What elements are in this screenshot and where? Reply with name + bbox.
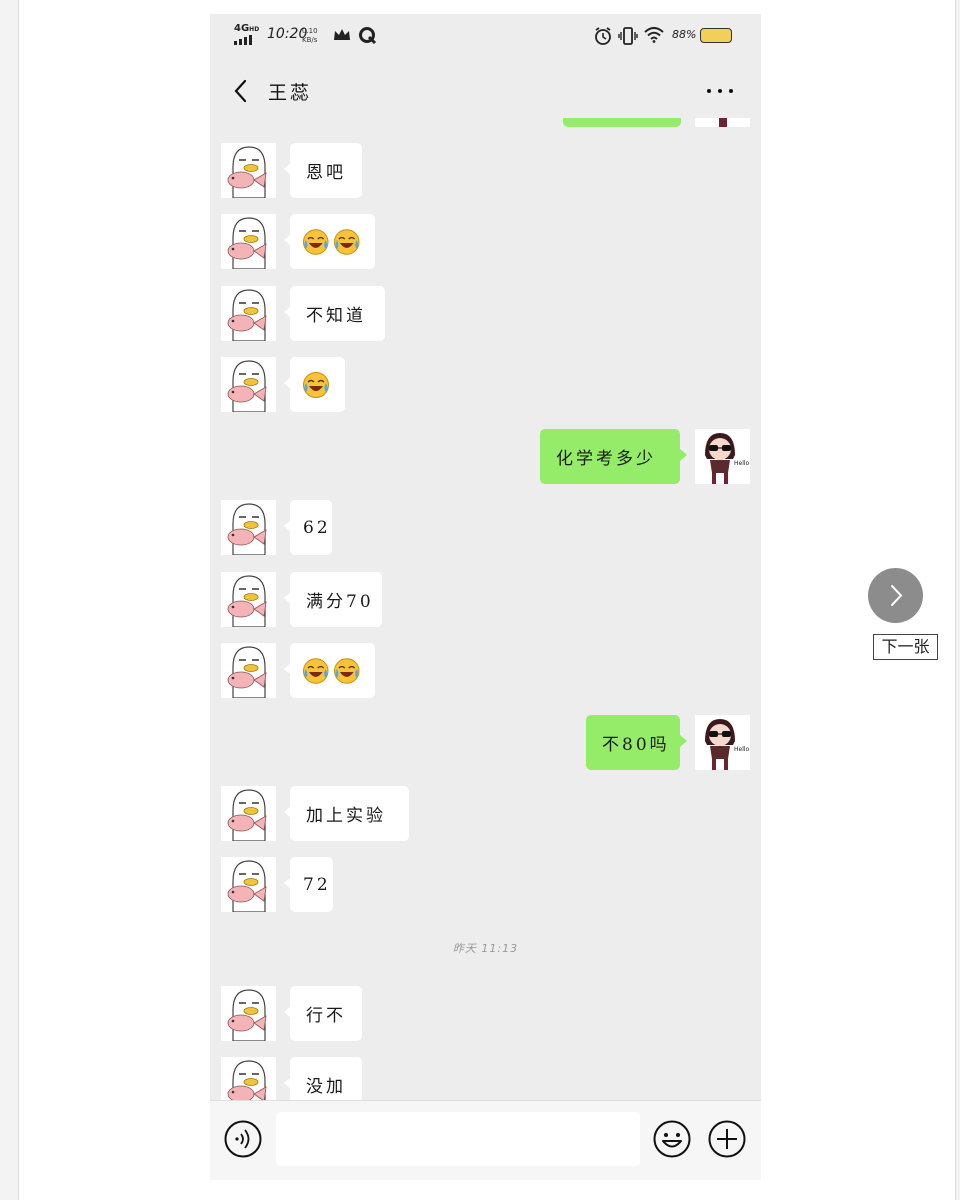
message-text: 不知道 <box>306 306 366 326</box>
more-options-icon[interactable] <box>704 78 738 104</box>
received-message-bubble[interactable]: 恩吧 <box>284 143 362 198</box>
app-notification-icon <box>359 27 377 45</box>
message-text: 满分70 <box>306 592 374 612</box>
phone-screenshot: 4GHD 10:20 0.10 KB/s 88% 王蕊 恩吧 不知道 Hello… <box>210 14 761 1180</box>
sent-message-bubble[interactable]: 不80吗 <box>586 715 687 770</box>
message-input[interactable] <box>276 1112 640 1166</box>
contact-avatar[interactable] <box>221 986 276 1041</box>
input-bar <box>210 1100 761 1180</box>
battery-icon <box>700 28 732 43</box>
contact-avatar[interactable] <box>221 500 276 555</box>
contact-avatar[interactable] <box>221 786 276 841</box>
received-message-bubble[interactable] <box>284 214 375 269</box>
message-text: 72 <box>303 874 331 895</box>
message-text: 恩吧 <box>306 163 346 183</box>
message-text: 没加 <box>306 1077 346 1097</box>
crying-laughing-emoji-icon <box>303 371 329 398</box>
contact-avatar[interactable] <box>221 357 276 412</box>
received-message-bubble[interactable]: 加上实验 <box>284 786 409 841</box>
my-avatar[interactable]: Hello~ <box>695 715 750 770</box>
received-message-bubble[interactable]: 行不 <box>284 986 362 1041</box>
received-message-bubble[interactable]: 62 <box>284 500 332 555</box>
message-text: 不80吗 <box>602 735 670 755</box>
contact-avatar[interactable] <box>221 143 276 198</box>
network-indicator: 4GHD <box>234 23 260 34</box>
received-message-bubble[interactable] <box>284 643 375 698</box>
svg-text:Hello~: Hello~ <box>734 460 750 467</box>
my-avatar[interactable]: Hello~ <box>695 429 750 484</box>
message-text: 62 <box>303 517 331 538</box>
contact-name: 王蕊 <box>268 82 313 104</box>
partial-sent-bubble <box>563 118 681 127</box>
status-bar: 4GHD 10:20 0.10 KB/s 88% <box>210 14 761 58</box>
received-message-bubble[interactable]: 72 <box>284 857 333 912</box>
received-message-bubble[interactable]: 满分70 <box>284 572 382 627</box>
contact-avatar[interactable] <box>221 286 276 341</box>
chevron-right-icon <box>891 585 903 606</box>
message-text: 加上实验 <box>306 806 386 826</box>
signal-icon <box>234 35 252 45</box>
message-text: 化学考多少 <box>556 449 656 469</box>
battery-percent: 88% <box>672 28 697 41</box>
crying-laughing-emoji-icon <box>333 657 360 684</box>
contact-avatar[interactable] <box>221 643 276 698</box>
message-text: 行不 <box>306 1006 346 1026</box>
received-message-bubble[interactable]: 不知道 <box>284 286 385 341</box>
wifi-icon <box>644 27 664 43</box>
vibrate-icon <box>618 27 638 45</box>
crying-laughing-emoji-icon <box>302 657 329 684</box>
contact-avatar[interactable] <box>221 572 276 627</box>
message-timestamp: 昨天 11:13 <box>452 942 519 955</box>
emoji-icon[interactable] <box>652 1119 692 1159</box>
next-image-button[interactable] <box>868 568 923 623</box>
alarm-icon <box>595 27 611 45</box>
crying-laughing-emoji-icon <box>302 228 329 255</box>
chat-header: 王蕊 <box>210 64 761 118</box>
next-image-label[interactable]: 下一张 <box>873 634 938 660</box>
received-message-bubble[interactable] <box>284 357 345 412</box>
contact-avatar[interactable] <box>221 214 276 269</box>
network-speed: 0.10 KB/s <box>302 27 318 44</box>
crying-laughing-emoji-icon <box>333 228 360 255</box>
back-arrow-icon[interactable] <box>228 76 254 106</box>
partial-avatar <box>695 118 750 127</box>
crown-icon <box>334 29 350 40</box>
svg-text:Hello~: Hello~ <box>734 746 750 753</box>
sent-message-bubble[interactable]: 化学考多少 <box>540 429 687 484</box>
add-attachment-icon[interactable] <box>707 1119 747 1159</box>
contact-avatar[interactable] <box>221 857 276 912</box>
voice-input-icon[interactable] <box>223 1119 263 1159</box>
